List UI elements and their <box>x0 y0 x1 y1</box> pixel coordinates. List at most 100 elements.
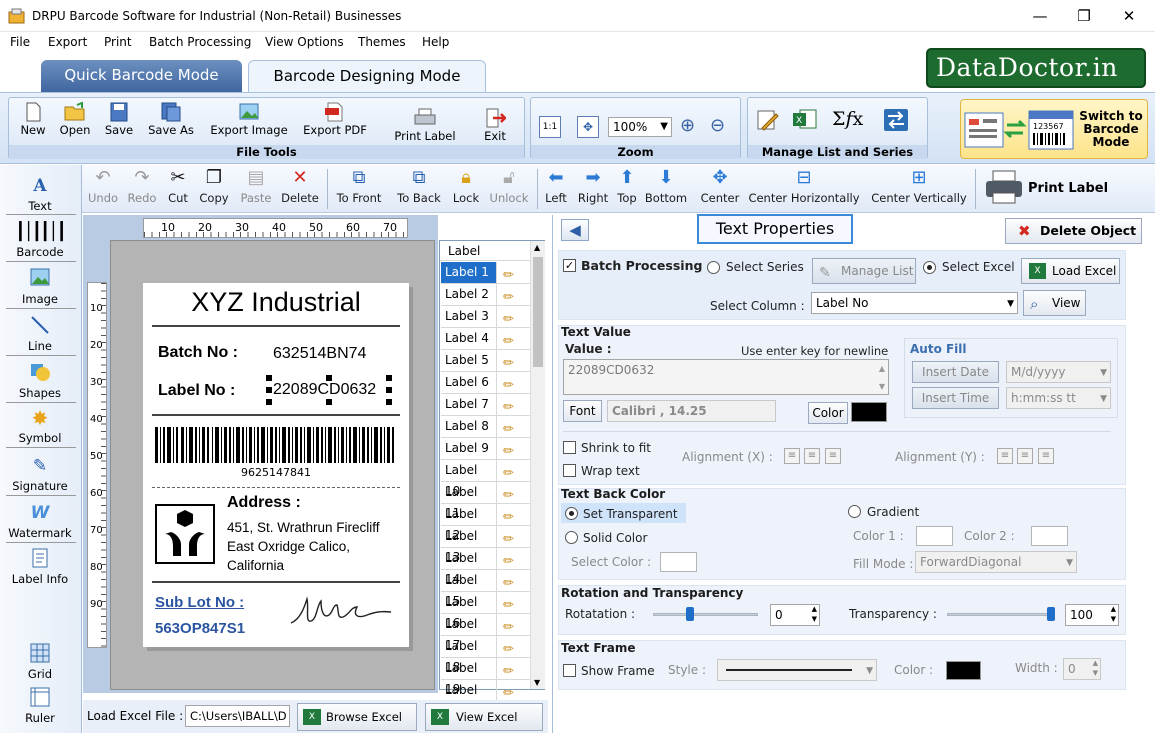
label-no-label[interactable]: Label No : <box>158 382 235 400</box>
spin-down-icon[interactable]: ▼ <box>1111 615 1116 623</box>
selection-handle[interactable] <box>326 375 332 381</box>
fill-mode-dropdown[interactable]: ForwardDiagonal ▼ <box>915 551 1077 573</box>
minimize-button[interactable]: — <box>1022 4 1058 28</box>
label-list-item[interactable]: Label 8 ✏ <box>441 416 530 438</box>
label-list-item[interactable]: Label 1 ✏ <box>441 262 530 284</box>
close-button[interactable]: ✕ <box>1111 4 1147 28</box>
batch-no-label[interactable]: Batch No : <box>158 344 238 362</box>
frame-color-swatch[interactable] <box>946 661 981 680</box>
time-format-dropdown[interactable]: h:mm:ss tt ▼ <box>1006 387 1111 409</box>
sidebar-item-watermark[interactable]: W Watermark <box>0 502 80 540</box>
gradient-radio[interactable] <box>848 505 861 518</box>
show-frame-checkbox[interactable] <box>563 664 576 677</box>
excel-icon[interactable]: X <box>792 108 818 132</box>
label-list-item[interactable]: Label 2 ✏ <box>441 284 530 306</box>
rotation-slider-thumb[interactable] <box>685 607 694 621</box>
label-list-item[interactable]: Label 6 ✏ <box>441 372 530 394</box>
sublot-value[interactable]: 563OP847S1 <box>155 620 245 637</box>
edit-pencil-icon[interactable]: ✏ <box>503 309 514 330</box>
manage-list-button[interactable]: ✎ Manage List <box>812 258 916 284</box>
new-button[interactable]: New <box>13 102 53 137</box>
align-right-button[interactable]: ➡ Right <box>576 167 610 205</box>
date-format-dropdown[interactable]: M/d/yyyy ▼ <box>1006 361 1111 383</box>
export-pdf-button[interactable]: Export PDF <box>299 102 371 137</box>
spin-up-icon[interactable]: ▲ <box>812 605 817 613</box>
text-color-swatch[interactable] <box>851 402 887 422</box>
address-line-2[interactable]: East Oxridge Calico, <box>227 539 350 554</box>
actual-size-icon[interactable]: 1:1 <box>539 116 561 138</box>
font-button[interactable]: Font <box>563 400 602 422</box>
menu-print[interactable]: Print <box>104 35 132 49</box>
label-list-item[interactable]: Label 16 ✏ <box>441 592 530 630</box>
delete-object-button[interactable]: ✖ Delete Object <box>1005 218 1142 244</box>
label-list-item[interactable]: Label 9 ✏ <box>441 438 530 460</box>
edit-list-icon[interactable] <box>756 108 780 132</box>
edit-pencil-icon[interactable]: ✏ <box>503 353 514 374</box>
fragile-symbol-icon[interactable] <box>155 504 215 564</box>
label-list-item[interactable]: Label 3 ✏ <box>441 306 530 328</box>
label-list-item[interactable]: Label 19 ✏ <box>441 658 530 696</box>
label-list-item[interactable]: Label 12 ✏ <box>441 504 530 542</box>
edit-pencil-icon[interactable]: ✏ <box>503 617 514 638</box>
align-center-button[interactable]: ✥ Center <box>698 167 742 205</box>
align-y-middle-icon[interactable]: ≡ <box>1017 448 1033 464</box>
edit-pencil-icon[interactable]: ✏ <box>503 419 514 440</box>
unlock-button[interactable]: 🔓︎ Unlock <box>488 167 530 205</box>
maximize-button[interactable]: ❐ <box>1066 4 1102 28</box>
switch-mode-button[interactable]: 123567 Switch to Barcode Mode <box>960 99 1148 159</box>
text-color-button[interactable]: Color <box>808 402 848 424</box>
shrink-to-fit-checkbox[interactable] <box>563 441 576 454</box>
scroll-down-icon[interactable]: ▼ <box>534 678 540 687</box>
open-button[interactable]: Open <box>55 102 95 137</box>
menu-batch-processing[interactable]: Batch Processing <box>149 35 251 49</box>
label-list-item[interactable]: Label 13 ✏ <box>441 526 530 564</box>
copy-button[interactable]: ❐ Copy <box>198 167 230 205</box>
edit-pencil-icon[interactable]: ✏ <box>503 573 514 594</box>
solid-color-radio[interactable] <box>565 531 578 544</box>
edit-pencil-icon[interactable]: ✏ <box>503 441 514 462</box>
address-title[interactable]: Address : <box>227 494 301 512</box>
set-transparent-radio[interactable] <box>565 507 578 520</box>
batch-no-value[interactable]: 632514BN74 <box>273 345 366 363</box>
insert-time-button[interactable]: Insert Time <box>912 387 999 409</box>
label-list-item[interactable]: Label 17 ✏ <box>441 614 530 652</box>
edit-pencil-icon[interactable]: ✏ <box>503 463 514 484</box>
sidebar-item-grid[interactable]: Grid <box>0 643 80 681</box>
edit-pencil-icon[interactable]: ✏ <box>503 265 514 286</box>
label-list-item[interactable]: Label 5 ✏ <box>441 350 530 372</box>
formula-icon[interactable]: Σfx <box>832 108 863 130</box>
scroll-thumb[interactable] <box>533 257 543 367</box>
edit-pencil-icon[interactable]: ✏ <box>503 331 514 352</box>
transparency-slider-track[interactable] <box>947 613 1055 616</box>
label-list-item[interactable]: Label 11 ✏ <box>441 482 530 520</box>
excel-path-input[interactable]: C:\Users\IBALL\D <box>185 705 290 727</box>
edit-pencil-icon[interactable]: ✏ <box>503 507 514 528</box>
series-swap-icon[interactable] <box>883 108 909 132</box>
align-y-top-icon[interactable]: ≡ <box>997 448 1013 464</box>
scroll-up-icon[interactable]: ▲ <box>534 243 540 252</box>
to-back-button[interactable]: ⧉ To Back <box>394 167 444 205</box>
back-button[interactable]: ◀ <box>561 219 589 241</box>
sidebar-item-label-info[interactable]: Label Info <box>0 548 80 586</box>
spin-up-icon[interactable]: ▲ <box>1111 605 1116 613</box>
label-list-item[interactable]: Label 7 ✏ <box>441 394 530 416</box>
sidebar-item-barcode[interactable]: ┃│┃┃│┃ Barcode <box>0 221 80 259</box>
select-column-dropdown[interactable]: Label No ▼ <box>811 292 1018 314</box>
zoom-in-icon[interactable]: ⊕ <box>680 115 695 136</box>
sidebar-item-symbol[interactable]: ✸ Symbol <box>0 407 80 445</box>
export-image-button[interactable]: Export Image <box>207 102 291 137</box>
label-list-item[interactable]: Label 20✏ <box>441 680 530 718</box>
label-no-value-selected[interactable]: 22089CD0632 <box>266 375 392 405</box>
save-button[interactable]: Save <box>99 102 139 137</box>
selection-handle[interactable] <box>386 399 392 405</box>
label-list-scrollbar[interactable]: ▲ ▼ <box>530 241 545 689</box>
zoom-out-icon[interactable]: ⊖ <box>710 115 725 136</box>
sidebar-item-ruler[interactable]: Ruler <box>0 687 80 725</box>
label-list-item[interactable]: Label 15 ✏ <box>441 570 530 608</box>
rotation-slider-track[interactable] <box>653 613 758 616</box>
spin-up-icon[interactable]: ▲ <box>1093 659 1098 667</box>
barcode-image[interactable] <box>155 427 395 463</box>
frame-style-dropdown[interactable]: ▼ <box>717 659 877 681</box>
align-top-button[interactable]: ⬆ Top <box>614 167 640 205</box>
print-label-button[interactable]: Print Label <box>982 169 1112 209</box>
